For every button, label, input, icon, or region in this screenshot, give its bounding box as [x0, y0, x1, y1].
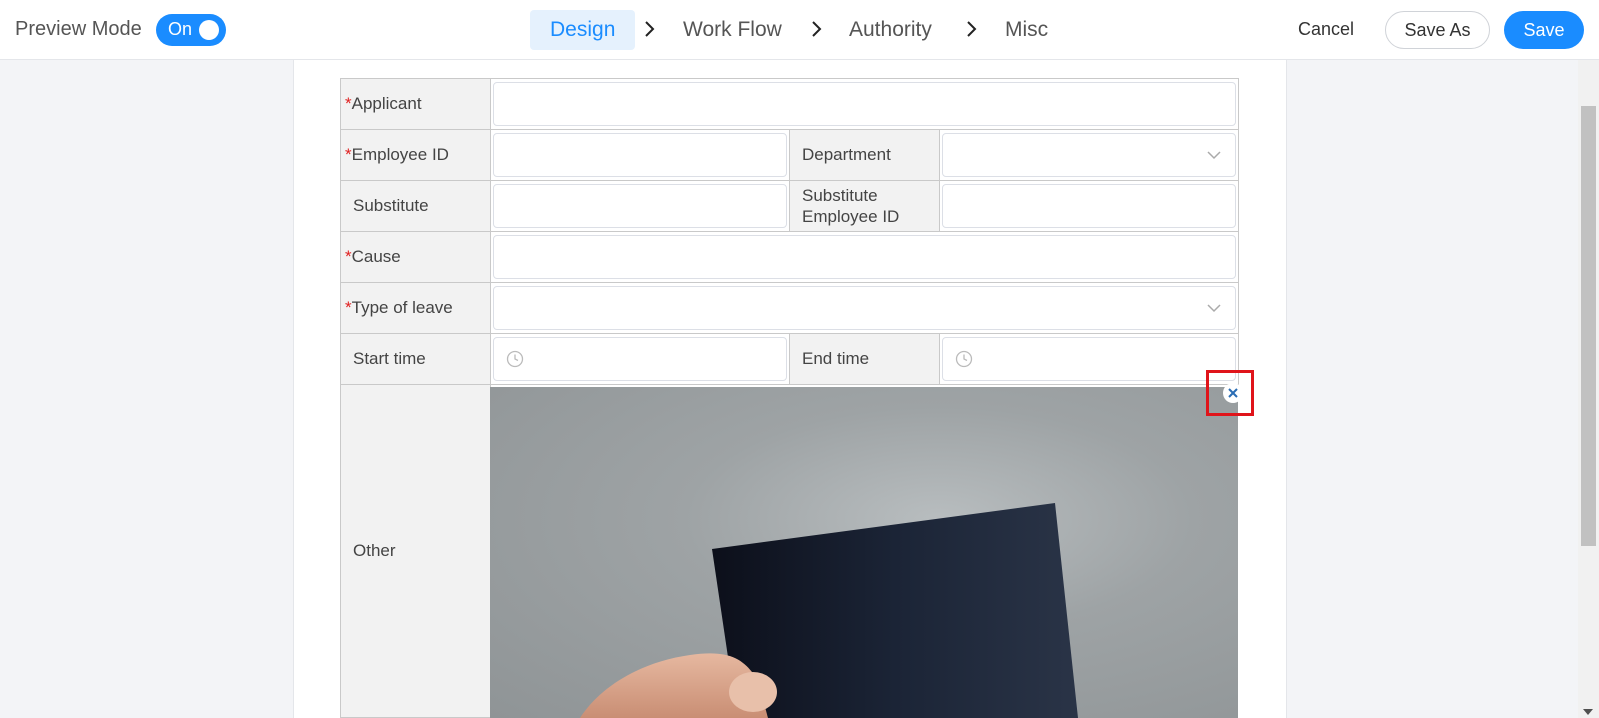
business-card-photo — [580, 503, 1078, 718]
cause-cell — [490, 231, 1239, 283]
department-label: Department — [789, 129, 940, 181]
type-of-leave-label-text: Type of leave — [351, 298, 453, 317]
save-as-button[interactable]: Save As — [1385, 11, 1490, 49]
department-cell — [939, 129, 1239, 181]
close-icon — [1228, 388, 1238, 398]
chevron-down-icon — [1207, 151, 1221, 160]
cause-input[interactable] — [493, 235, 1236, 279]
clock-icon — [506, 350, 524, 368]
substitute-employee-id-label: Substitute Employee ID — [789, 180, 940, 232]
uploaded-image — [490, 387, 1238, 718]
start-time-picker[interactable] — [493, 337, 787, 381]
required-marker: * — [345, 247, 352, 266]
cancel-button[interactable]: Cancel — [1298, 19, 1354, 40]
required-marker: * — [345, 298, 352, 317]
end-time-picker[interactable] — [942, 337, 1236, 381]
required-marker: * — [345, 145, 352, 164]
vertical-scrollbar[interactable] — [1578, 60, 1599, 718]
chevron-right-icon — [967, 21, 977, 37]
preview-mode-toggle[interactable]: On — [156, 14, 226, 46]
other-label: Other — [340, 384, 491, 718]
applicant-label: * Applicant — [340, 78, 491, 130]
remove-image-button[interactable] — [1223, 383, 1243, 403]
end-time-cell — [939, 333, 1239, 385]
cause-label: * Cause — [340, 231, 491, 283]
type-of-leave-cell — [490, 282, 1239, 334]
employee-id-label-text: Employee ID — [351, 145, 449, 164]
department-select[interactable] — [942, 133, 1236, 177]
start-time-cell — [490, 333, 790, 385]
toggle-state-label: On — [168, 19, 193, 39]
clock-icon — [955, 350, 973, 368]
chevron-down-icon — [1207, 304, 1221, 313]
applicant-input[interactable] — [493, 82, 1236, 126]
type-of-leave-label: * Type of leave — [340, 282, 491, 334]
end-time-label: End time — [789, 333, 940, 385]
type-of-leave-select[interactable] — [493, 286, 1236, 330]
step-misc[interactable]: Misc — [1005, 10, 1048, 50]
chevron-right-icon — [812, 21, 822, 37]
substitute-employee-id-cell — [939, 180, 1239, 232]
step-work-flow[interactable]: Work Flow — [683, 10, 782, 50]
employee-id-input[interactable] — [493, 133, 787, 177]
substitute-cell — [490, 180, 790, 232]
substitute-employee-id-input[interactable] — [942, 184, 1236, 228]
chevron-right-icon — [645, 21, 655, 37]
start-time-label: Start time — [340, 333, 491, 385]
cause-label-text: Cause — [351, 247, 401, 266]
required-marker: * — [345, 94, 352, 113]
applicant-cell — [490, 78, 1239, 130]
employee-id-label: * Employee ID — [340, 129, 491, 181]
save-button[interactable]: Save — [1504, 11, 1584, 49]
scroll-down-arrow-icon[interactable] — [1583, 708, 1593, 716]
substitute-label: Substitute — [340, 180, 491, 232]
toggle-knob — [199, 20, 219, 40]
step-authority[interactable]: Authority — [849, 10, 932, 50]
top-toolbar: Preview Mode On Design Work Flow Authori… — [0, 0, 1599, 60]
applicant-label-text: Applicant — [351, 94, 422, 113]
step-design[interactable]: Design — [530, 10, 636, 50]
substitute-input[interactable] — [493, 184, 787, 228]
preview-mode-label: Preview Mode — [15, 18, 142, 40]
employee-id-cell — [490, 129, 790, 181]
scrollbar-thumb[interactable] — [1581, 106, 1596, 546]
